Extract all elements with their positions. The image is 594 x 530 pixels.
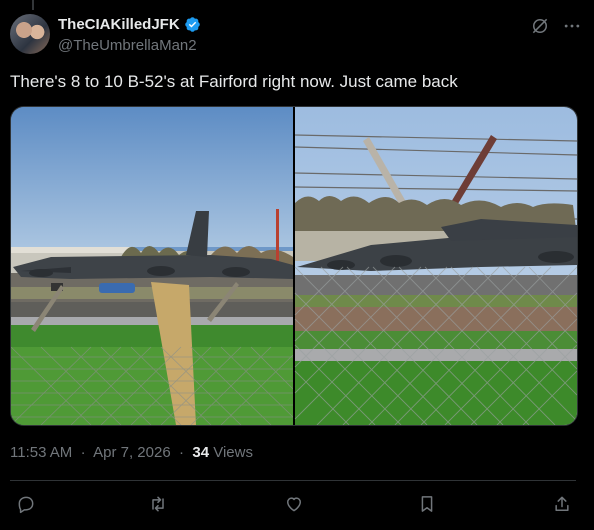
display-name[interactable]: TheCIAKilledJFK xyxy=(58,16,180,33)
tweet-time[interactable]: 11:53 AM xyxy=(10,444,72,461)
divider xyxy=(10,480,576,481)
photo-left[interactable] xyxy=(11,107,294,425)
reply-icon[interactable] xyxy=(14,492,38,516)
bookmark-icon[interactable] xyxy=(415,492,439,516)
tweet-media[interactable] xyxy=(10,106,578,426)
thread-line xyxy=(32,0,34,10)
meta-separator: · xyxy=(174,444,189,461)
share-icon[interactable] xyxy=(550,492,574,516)
avatar[interactable] xyxy=(10,14,50,54)
more-icon[interactable] xyxy=(562,16,582,36)
views-label: Views xyxy=(213,444,253,461)
grok-icon[interactable] xyxy=(530,16,550,36)
meta-separator: · xyxy=(76,444,90,461)
author-name-row: TheCIAKilledJFK xyxy=(58,16,201,33)
like-icon[interactable] xyxy=(282,492,306,516)
repost-icon[interactable] xyxy=(146,492,170,516)
verified-badge-icon[interactable] xyxy=(184,16,201,33)
views-count: 34 xyxy=(192,444,210,461)
photo-right[interactable] xyxy=(294,107,577,425)
tweet-text: There's 8 to 10 B-52's at Fairford right… xyxy=(10,72,458,91)
tweet-meta: 11:53 AM · Apr 7, 2026 · 34 Views xyxy=(10,444,253,461)
tweet-date[interactable]: Apr 7, 2026 xyxy=(93,444,171,461)
author-handle[interactable]: @TheUmbrellaMan2 xyxy=(58,37,197,54)
